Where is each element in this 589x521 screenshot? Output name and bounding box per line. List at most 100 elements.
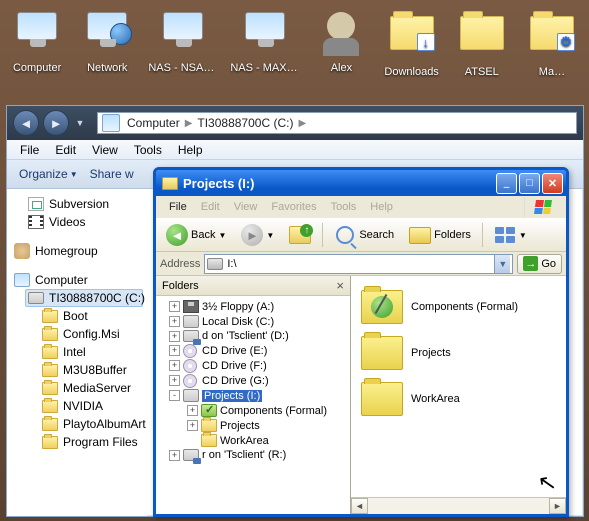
menu-view[interactable]: View	[227, 199, 265, 215]
address-dropdown[interactable]: ▼	[494, 255, 510, 273]
content-pane[interactable]: Components (Formal)ProjectsWorkArea ◄ ► …	[351, 276, 566, 514]
folder-icon	[201, 434, 217, 447]
back-button[interactable]: ◄	[13, 110, 39, 136]
expand-toggle[interactable]: -	[169, 390, 180, 401]
desktop-icon-alex[interactable]: Alex	[312, 8, 370, 78]
menu-view[interactable]: View	[85, 142, 125, 158]
address-input[interactable]: I:\ ▼	[204, 254, 513, 274]
expand-toggle[interactable]: +	[169, 345, 180, 356]
tree-item-local-disk-c-[interactable]: +Local Disk (C:)	[159, 314, 347, 329]
xp-menu-bar: File Edit View Favorites Tools Help	[156, 196, 566, 218]
expand-toggle[interactable]: +	[169, 450, 180, 461]
expand-toggle[interactable]: +	[169, 316, 180, 327]
sidebar-folder-config-msi[interactable]: Config.Msi	[39, 325, 143, 343]
forward-button[interactable]: ►	[43, 110, 69, 136]
expand-toggle[interactable]: +	[187, 405, 198, 416]
sidebar-folder-mediaserver[interactable]: MediaServer	[39, 379, 143, 397]
tree-item-r-on-tsclient-r-[interactable]: +r on 'Tsclient' (R:)	[159, 448, 347, 462]
menu-edit[interactable]: Edit	[194, 199, 227, 215]
explorer-window-xp: Projects (I:) _ □ ✕ File Edit View Favor…	[153, 167, 569, 517]
sidebar-folder-boot[interactable]: Boot	[39, 307, 143, 325]
network-drive-icon	[183, 449, 199, 461]
folder-icon	[361, 336, 403, 370]
tree-item-workarea[interactable]: WorkArea	[159, 433, 347, 448]
tree-item-projects[interactable]: +Projects	[159, 418, 347, 433]
menu-favorites[interactable]: Favorites	[264, 199, 323, 215]
desktop-icon-network[interactable]: Network	[78, 8, 136, 78]
window-title: Projects (I:)	[183, 176, 494, 191]
menu-help[interactable]: Help	[171, 142, 210, 158]
tree-item-components-formal-[interactable]: +Components (Formal)	[159, 403, 347, 418]
desktop-icon-computer[interactable]: Computer	[8, 8, 66, 78]
desktop-icon-atsel[interactable]: ATSEL	[453, 8, 511, 78]
sidebar-videos[interactable]: Videos	[25, 213, 143, 231]
folder-item-projects[interactable]: Projects	[359, 330, 558, 376]
tree-item-cd-drive-g-[interactable]: +CD Drive (G:)	[159, 373, 347, 388]
expand-toggle[interactable]: +	[169, 360, 180, 371]
maximize-button[interactable]: □	[519, 173, 540, 194]
folder-icon	[361, 382, 403, 416]
breadcrumb-drive[interactable]: TI30888700C (C:)	[194, 116, 296, 130]
horizontal-scrollbar[interactable]: ◄ ►	[351, 497, 566, 514]
sidebar-subversion[interactable]: Subversion	[25, 195, 143, 213]
scroll-left-button[interactable]: ◄	[351, 498, 368, 514]
nav-history-dropdown[interactable]: ▼	[73, 113, 87, 133]
menu-file[interactable]: File	[162, 199, 194, 215]
breadcrumb-computer[interactable]: Computer	[124, 116, 183, 130]
menu-file[interactable]: File	[13, 142, 46, 158]
sidebar-computer[interactable]: Computer	[11, 271, 143, 289]
menu-edit[interactable]: Edit	[48, 142, 83, 158]
desktop-icon-nas-maxtor[interactable]: NAS - MAXTOR	[230, 8, 300, 78]
folder-icon	[42, 328, 58, 341]
folder-icon	[361, 290, 403, 324]
menu-tools[interactable]: Tools	[127, 142, 169, 158]
tree-item-d-on-tsclient-d-[interactable]: +d on 'Tsclient' (D:)	[159, 329, 347, 343]
back-button[interactable]: ◄Back ▼	[160, 220, 232, 250]
desktop-icon-nas-nsa210[interactable]: NAS - NSA210	[148, 8, 218, 78]
address-bar[interactable]: Computer ▶ TI30888700C (C:) ▶	[97, 112, 577, 134]
sidebar-folder-playtoalbumart[interactable]: PlaytoAlbumArt	[39, 415, 143, 433]
sidebar-drive-c[interactable]: TI30888700C (C:)	[25, 289, 143, 307]
tree-item-3-floppy-a-[interactable]: +3½ Floppy (A:)	[159, 299, 347, 314]
expand-toggle[interactable]: +	[169, 331, 180, 342]
search-button[interactable]: Search	[328, 220, 400, 250]
sidebar-folder-intel[interactable]: Intel	[39, 343, 143, 361]
scroll-right-button[interactable]: ►	[549, 498, 566, 514]
views-button[interactable]: ▼	[488, 220, 533, 250]
drive-icon	[207, 258, 223, 270]
up-button[interactable]	[283, 220, 317, 250]
organize-button[interactable]: Organize ▼	[13, 164, 84, 184]
minimize-button[interactable]: _	[496, 173, 517, 194]
tree-item-projects-i-[interactable]: -Projects (I:)	[159, 388, 347, 403]
windows-logo	[524, 197, 560, 217]
sidebar-homegroup[interactable]: Homegroup	[11, 241, 143, 261]
folder-icon	[42, 436, 58, 449]
sidebar-folder-program-files[interactable]: Program Files	[39, 433, 143, 451]
sidebar-folder-nvidia[interactable]: NVIDIA	[39, 397, 143, 415]
xp-toolbar: ◄Back ▼ ►▼ Search Folders ▼	[156, 218, 566, 252]
expand-toggle[interactable]: +	[169, 301, 180, 312]
go-button[interactable]: →Go	[517, 254, 562, 274]
forward-button[interactable]: ►▼	[235, 220, 280, 250]
tree-item-cd-drive-e-[interactable]: +CD Drive (E:)	[159, 343, 347, 358]
close-button[interactable]: ✕	[542, 173, 563, 194]
xp-title-bar[interactable]: Projects (I:) _ □ ✕	[156, 170, 566, 196]
folder-icon	[201, 419, 217, 432]
expand-toggle[interactable]: +	[169, 375, 180, 386]
desktop-icon-downloads[interactable]: ↓Downloads	[383, 8, 441, 78]
folder-item-components-formal-[interactable]: Components (Formal)	[359, 284, 558, 330]
drive-icon	[183, 315, 199, 328]
menu-tools[interactable]: Tools	[324, 199, 364, 215]
folders-button[interactable]: Folders	[403, 220, 477, 250]
folder-item-workarea[interactable]: WorkArea	[359, 376, 558, 422]
share-button[interactable]: Share w	[84, 164, 140, 184]
sidebar-folder-m3u8buffer[interactable]: M3U8Buffer	[39, 361, 143, 379]
menu-help[interactable]: Help	[363, 199, 400, 215]
tree-item-cd-drive-f-[interactable]: +CD Drive (F:)	[159, 358, 347, 373]
expand-toggle[interactable]: +	[187, 420, 198, 431]
win7-sidebar: Subversion Videos Homegroup Computer TI3…	[7, 189, 147, 516]
desktop-icon-ma-[interactable]: ⚙Ma…	[523, 8, 581, 78]
close-folders-pane[interactable]: ×	[336, 278, 344, 293]
computer-icon	[14, 273, 30, 287]
videos-icon	[28, 215, 44, 229]
